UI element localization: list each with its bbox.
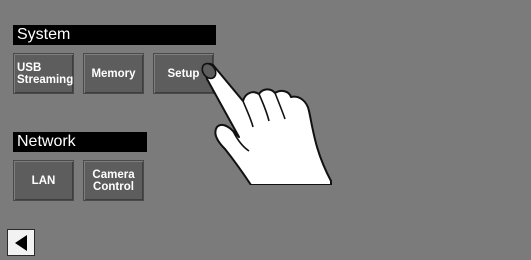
back-button[interactable] (7, 229, 35, 256)
menu-screen: System USB Streaming Memory Setup Networ… (0, 0, 531, 260)
usb-streaming-button[interactable]: USB Streaming (13, 53, 74, 94)
system-section-title: System (13, 25, 216, 45)
camera-control-button[interactable]: Camera Control (83, 160, 144, 201)
pointing-hand-icon (201, 62, 332, 185)
memory-button[interactable]: Memory (83, 53, 144, 94)
network-section-title: Network (13, 132, 147, 152)
lan-button[interactable]: LAN (13, 160, 74, 201)
back-arrow-icon (15, 234, 27, 251)
